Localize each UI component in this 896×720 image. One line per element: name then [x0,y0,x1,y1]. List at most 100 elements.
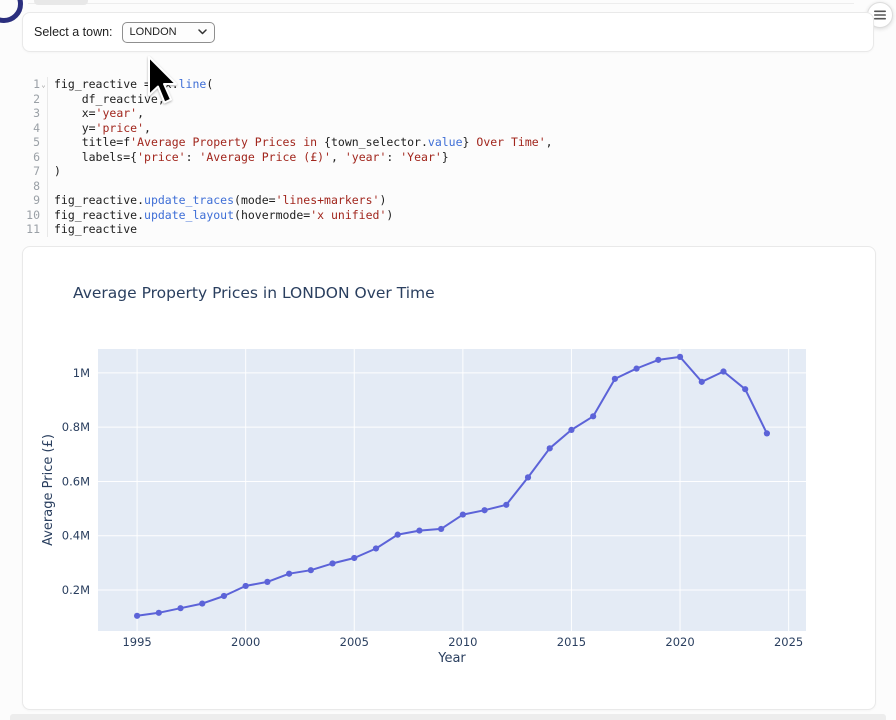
data-point-marker [395,532,401,538]
line-number: 4 [22,121,40,136]
line-number: 8 [22,179,40,194]
code-text: fig_reactive [47,222,876,237]
data-point-marker [481,507,487,513]
data-point-marker [156,610,162,616]
code-line[interactable]: 8 [22,179,876,194]
fold-gutter [40,121,47,136]
x-tick-label: 2015 [557,635,586,649]
town-select-label: Select a town: [34,25,113,39]
data-point-marker [134,613,140,619]
data-point-marker [720,368,726,374]
x-tick-label: 2010 [448,635,477,649]
code-line[interactable]: 1⌄fig_reactive = px.line( [22,77,876,92]
hamburger-icon [874,10,886,20]
code-line[interactable]: 11 fig_reactive [22,222,876,237]
data-point-marker [264,579,270,585]
data-point-marker [177,605,183,611]
data-point-marker [677,354,683,360]
y-tick-label: 0.6M [62,474,90,488]
data-point-marker [329,560,335,566]
y-tick-label: 0.8M [62,420,90,434]
fold-gutter [40,193,47,208]
code-line[interactable]: 2 df_reactive, [22,92,876,107]
line-number: 2 [22,92,40,107]
code-line[interactable]: 7) [22,164,876,179]
y-tick-label: 0.2M [62,583,90,597]
x-tick-label: 2020 [665,635,694,649]
corner-arc-decoration [0,0,23,23]
data-point-marker [243,583,249,589]
code-text: title=f'Average Property Prices in {town… [47,135,876,150]
line-number: 7 [22,164,40,179]
data-point-marker [590,413,596,419]
data-point-marker [503,502,509,508]
code-line[interactable]: 6 labels={'price': 'Average Price (£)', … [22,150,876,165]
fold-gutter [40,106,47,121]
y-tick-label: 1M [73,366,90,380]
code-line[interactable]: 3 x='year', [22,106,876,121]
data-point-marker [699,379,705,385]
top-divider [28,3,854,4]
code-text: ) [47,164,876,179]
top-tab-decoration [34,0,88,5]
code-text: fig_reactive.update_traces(mode='lines+m… [47,193,876,208]
data-point-marker [199,600,205,606]
line-number: 11 [22,222,40,237]
data-point-marker [742,386,748,392]
line-number: 10 [22,208,40,223]
chart-title: Average Property Prices in LONDON Over T… [73,284,435,302]
data-point-marker [525,474,531,480]
line-number: 1 [22,77,40,92]
data-point-marker [308,567,314,573]
code-editor[interactable]: 1⌄fig_reactive = px.line(2 df_reactive,3… [22,77,876,237]
line-number: 6 [22,150,40,165]
code-line[interactable]: 9fig_reactive.update_traces(mode='lines+… [22,193,876,208]
chevron-fold-icon[interactable]: ⌄ [40,77,47,92]
data-point-marker [438,526,444,532]
town-select-dropdown[interactable]: LONDON [122,22,215,43]
code-text [47,179,876,194]
data-point-marker [373,545,379,551]
data-point-marker [286,571,292,577]
code-text: fig_reactive = px.line( [47,77,876,92]
x-tick-label: 2005 [340,635,369,649]
fold-gutter [40,164,47,179]
fold-gutter [40,135,47,150]
data-point-marker [634,365,640,371]
fold-gutter [40,179,47,194]
code-text: x='year', [47,106,876,121]
x-axis-label: Year [437,651,466,666]
fold-gutter [40,92,47,107]
plotly-chart: 1995 2000 2005 2010 2015 2020 2025 0.2M 0.4M 0.6M… [23,247,875,709]
code-line[interactable]: 5 title=f'Average Property Prices in {to… [22,135,876,150]
data-point-marker [568,427,574,433]
x-tick-label: 2000 [231,635,260,649]
plot-area[interactable] [98,349,806,631]
data-point-marker [547,445,553,451]
chevron-down-icon [198,29,207,35]
code-text: df_reactive, [47,92,876,107]
data-point-marker [460,511,466,517]
data-point-marker [655,357,661,363]
fold-gutter [40,222,47,237]
code-text: labels={'price': 'Average Price (£)', 'y… [47,150,876,165]
data-point-marker [416,527,422,533]
x-tick-label: 1995 [122,635,151,649]
next-cell-top-edge [10,714,886,720]
fold-gutter [40,150,47,165]
code-line[interactable]: 4 y='price', [22,121,876,136]
code-line[interactable]: 10 fig_reactive.update_layout(hovermode='… [22,208,876,223]
line-number: 3 [22,106,40,121]
notebook-page: Select a town: LONDON 1⌄fig_reactive = p… [0,0,896,720]
x-tick-label: 2025 [774,635,803,649]
code-text: fig_reactive.update_layout(hovermode='x … [47,208,876,223]
data-point-marker [351,555,357,561]
data-point-marker [612,376,618,382]
town-select-value: LONDON [130,26,177,38]
y-axis-label: Average Price (£) [41,434,56,546]
data-point-marker [764,430,770,436]
controls-card: Select a town: LONDON [22,12,874,52]
y-tick-label: 0.4M [62,529,90,543]
data-point-marker [221,593,227,599]
chart-card: 1995 2000 2005 2010 2015 2020 2025 0.2M 0.4M 0.6M… [22,246,876,710]
